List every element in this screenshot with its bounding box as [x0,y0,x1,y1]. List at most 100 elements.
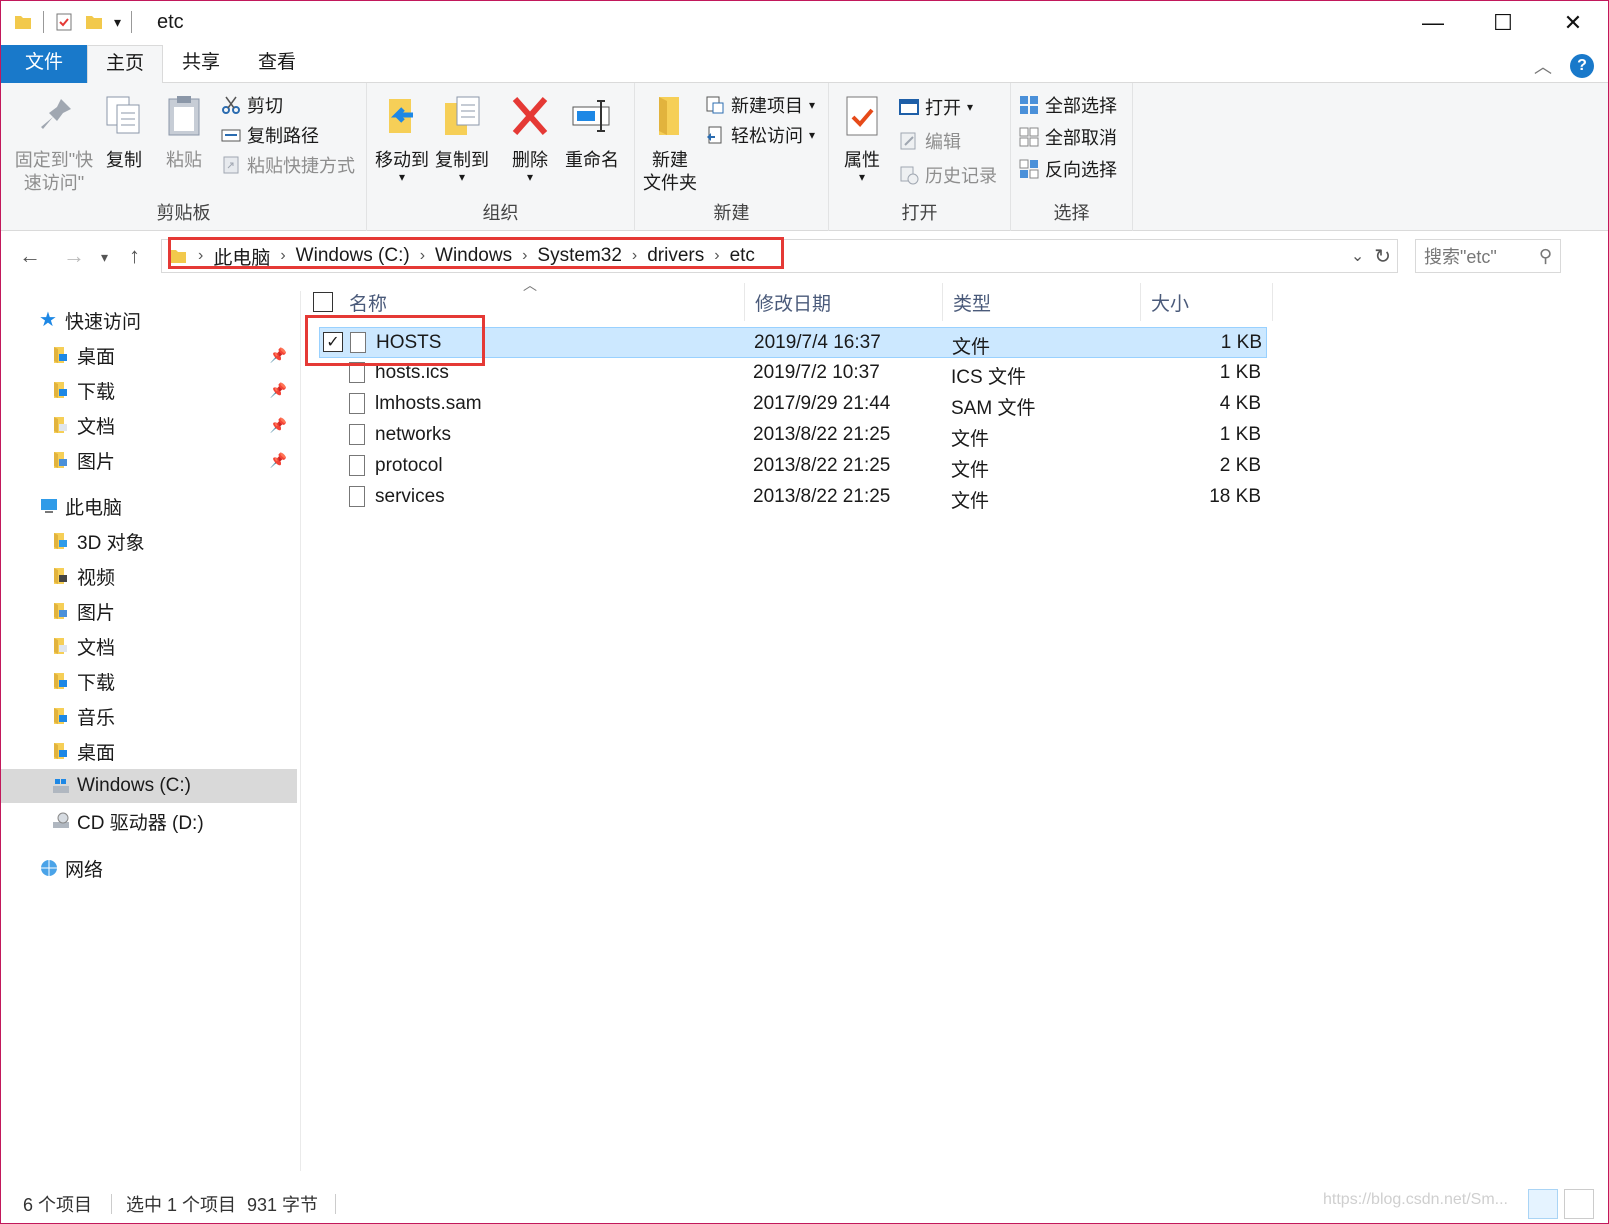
sidebar-item-quick-access[interactable]: ★ 快速访问 [1,303,297,337]
close-button[interactable]: ✕ [1538,1,1608,45]
column-header-modified[interactable]: 修改日期 [745,283,943,321]
delete-button[interactable]: 删除 ▾ [505,93,555,183]
paste-button[interactable]: 粘贴 [161,93,207,172]
breadcrumb-item[interactable]: etc [730,245,755,267]
easy-access-button[interactable]: 轻松访问 ▾ [705,121,815,149]
maximize-button[interactable]: ☐ [1468,1,1538,45]
properties-button[interactable]: 属性 ▾ [837,93,887,183]
tab-view[interactable]: 查看 [239,45,315,83]
paste-shortcut-button[interactable]: 粘贴快捷方式 [221,151,355,179]
select-all-button[interactable]: 全部选择 [1019,91,1117,119]
copy-path-button[interactable]: 复制路径 [221,121,319,149]
copy-to-button[interactable]: 复制到 ▾ [433,93,491,183]
breadcrumb-chevron-icon[interactable]: › [632,247,637,265]
copy-button[interactable]: 复制 [101,93,147,172]
file-row[interactable]: services 2013/8/22 21:25 文件 18 KB [319,482,1267,513]
pin-quick-access-button[interactable]: 固定到"快速访问" [9,93,99,195]
title-bar: ▾ etc — ☐ ✕ [1,1,1608,45]
breadcrumb-item[interactable]: drivers [647,245,704,267]
file-row[interactable]: protocol 2013/8/22 21:25 文件 2 KB [319,451,1267,482]
sidebar-item-quick[interactable]: 文档 📌 [1,408,297,442]
file-row[interactable]: ✓ HOSTS 2019/7/4 16:37 文件 1 KB [319,327,1267,358]
refresh-icon[interactable]: ↻ [1374,244,1391,269]
file-size: 4 KB [1219,393,1261,414]
edit-button[interactable]: 编辑 [899,127,961,155]
customize-qat-icon[interactable]: ▾ [114,14,121,31]
column-header-type[interactable]: 类型 [943,283,1141,321]
breadcrumb-item[interactable]: System32 [537,245,621,267]
sidebar-item-pc[interactable]: Windows (C:) [1,769,297,803]
breadcrumb-chevron-icon[interactable]: › [522,247,527,265]
search-box[interactable]: 搜索"etc" ⚲ [1415,239,1561,273]
sidebar-item-pc[interactable]: 文档 [1,629,297,663]
breadcrumb-item[interactable]: Windows (C:) [296,245,410,267]
sidebar-item-quick[interactable]: 桌面 📌 [1,338,297,372]
pin-icon[interactable]: 📌 [270,452,287,469]
tab-share[interactable]: 共享 [163,45,239,83]
row-checkbox[interactable]: ✓ [323,332,343,352]
pin-icon[interactable]: 📌 [270,382,287,399]
open-button[interactable]: 打开 ▾ [899,93,973,121]
column-header-name[interactable]: 名称 ︿ [301,277,745,321]
file-row[interactable]: hosts.ics 2019/7/2 10:37 ICS 文件 1 KB [319,358,1267,389]
file-type: ICS 文件 [951,367,1026,388]
search-input[interactable]: 搜索"etc" [1424,243,1497,269]
invert-selection-button[interactable]: 反向选择 [1019,155,1117,183]
column-name-label: 名称 [349,293,388,315]
status-divider [111,1194,112,1214]
tab-home[interactable]: 主页 [87,45,163,84]
sidebar-item-quick[interactable]: 图片 📌 [1,443,297,477]
sidebar-item-pc[interactable]: 桌面 [1,734,297,768]
sidebar-item-pc[interactable]: CD 驱动器 (D:) [1,804,297,838]
file-row[interactable]: lmhosts.sam 2017/9/29 21:44 SAM 文件 4 KB [319,389,1267,420]
breadcrumb-chevron-icon[interactable]: › [280,247,285,265]
history-button[interactable]: 历史记录 [899,161,997,189]
sidebar-item-network[interactable]: 网络 [1,851,297,885]
new-folder-button[interactable]: 新建 文件夹 [639,93,701,195]
scissors-icon [222,96,240,114]
sidebar-item-quick[interactable]: 下载 📌 [1,373,297,407]
file-row[interactable]: networks 2013/8/22 21:25 文件 1 KB [319,420,1267,451]
select-all-checkbox[interactable] [313,292,333,312]
help-icon[interactable]: ? [1570,54,1594,78]
file-type: 文件 [951,491,990,512]
breadcrumb-chevron-icon[interactable]: › [420,247,425,265]
sidebar-item-pc[interactable]: 下载 [1,664,297,698]
pin-icon[interactable]: 📌 [270,347,287,364]
back-arrow-icon[interactable]: ← [19,243,41,269]
breadcrumb-chevron-icon[interactable]: › [714,247,719,265]
sidebar-item-this-pc[interactable]: 此电脑 [1,489,297,523]
open-label: 打开 [925,98,961,118]
details-view-icon[interactable] [1528,1189,1558,1219]
minimize-button[interactable]: — [1398,1,1468,45]
sidebar-item-pc[interactable]: 图片 [1,594,297,628]
collapse-ribbon-icon[interactable]: ︿ [1534,53,1552,79]
breadcrumb-item[interactable]: Windows [435,245,512,267]
select-none-button[interactable]: 全部取消 [1019,123,1117,151]
address-history-chevron-icon[interactable]: ⌄ [1351,246,1364,266]
pin-icon[interactable]: 📌 [270,417,287,434]
rename-button[interactable]: 重命名 [563,93,621,172]
cut-button[interactable]: 剪切 [221,91,283,119]
ribbon-tabs: 文件 主页 共享 查看 ︿ ? [1,45,1608,84]
new-folder-icon[interactable] [84,12,104,32]
sidebar-item-pc[interactable]: 视频 [1,559,297,593]
column-header-size[interactable]: 大小 [1141,283,1273,321]
breadcrumb-chevron-icon[interactable]: › [198,247,203,265]
sidebar-item-label: 此电脑 [65,497,123,519]
new-item-button[interactable]: 新建项目 ▾ [705,91,815,119]
forward-arrow-icon[interactable]: → [63,243,85,269]
sidebar-item-pc[interactable]: 3D 对象 [1,524,297,558]
up-arrow-icon[interactable]: ↑ [129,243,140,269]
move-to-button[interactable]: 移动到 ▾ [373,93,431,183]
sidebar-item-label: 音乐 [77,707,116,729]
properties-check-icon[interactable] [54,12,74,32]
tab-file[interactable]: 文件 [1,45,87,83]
sidebar-item-pc[interactable]: 音乐 [1,699,297,733]
address-bar[interactable]: › 此电脑 › Windows (C:) › Windows › System32 › drive… [161,239,1398,273]
breadcrumb-item[interactable]: 此电脑 [213,243,270,270]
sidebar-item-label: 文档 [77,416,116,438]
recent-locations-chevron-icon[interactable]: ▾ [101,249,108,266]
large-icons-view-icon[interactable] [1564,1189,1594,1219]
file-size: 1 KB [1219,362,1261,383]
